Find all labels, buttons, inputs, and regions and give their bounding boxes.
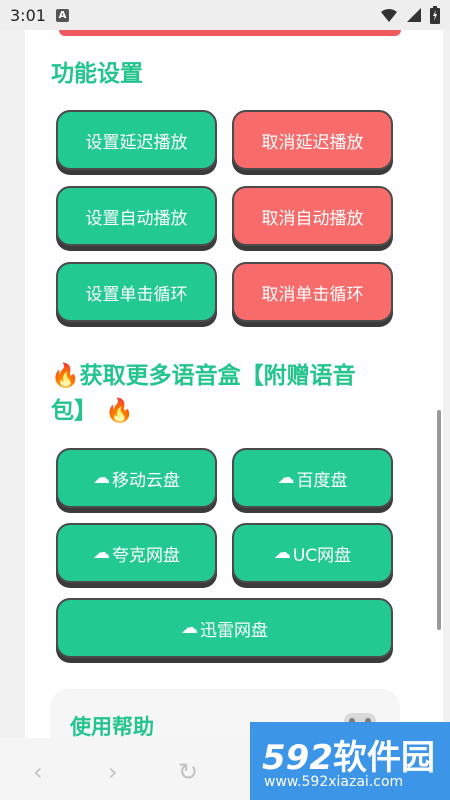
cancel-auto-play-button[interactable]: 取消自动播放 (232, 186, 393, 246)
site-watermark-logo: 592软件园 www.592xiazai.com (250, 722, 450, 800)
cloud-icon: ☁ (277, 468, 295, 488)
cloud-icon: ☁ (93, 468, 110, 488)
back-icon[interactable]: ‹ (33, 758, 43, 786)
fire-icon: 🔥 (105, 398, 134, 424)
cloud-icon: ☁ (181, 618, 198, 638)
more-voice-boxes-title: 🔥获取更多语音盒【附赠语音包】 🔥 (51, 359, 391, 429)
signal-icon (407, 8, 421, 22)
logo-url: www.592xiazai.com (264, 774, 404, 790)
forward-icon[interactable]: › (108, 758, 118, 786)
more-voice-boxes-label: 获取更多语音盒【附赠语音包】 (51, 363, 356, 424)
button-label: 移动云盘 (112, 470, 180, 491)
status-bar: 3:01 A (0, 0, 450, 30)
page-content[interactable]: 功能设置 设置延迟播放 取消延迟播放 设置自动播放 取消自动播放 设置单击循环 … (25, 30, 443, 738)
button-label: 百度盘 (296, 470, 348, 491)
function-settings-title: 功能设置 (51, 61, 143, 87)
button-label: 迅雷网盘 (200, 620, 268, 641)
quark-drive-button[interactable]: ☁ 夸克网盘 (56, 523, 217, 583)
top-red-button-edge[interactable] (59, 30, 401, 36)
reload-icon[interactable]: ↻ (178, 758, 198, 786)
uc-drive-button[interactable]: ☁ UC网盘 (232, 523, 393, 583)
cancel-click-loop-button[interactable]: 取消单击循环 (232, 262, 393, 322)
scrollbar[interactable] (437, 410, 441, 630)
logo-title: 592软件园 (262, 730, 435, 779)
cloud-icon: ☁ (273, 543, 291, 563)
fire-icon: 🔥 (51, 363, 80, 389)
button-label: UC网盘 (292, 545, 352, 566)
wifi-icon (381, 8, 397, 22)
battery-icon (430, 6, 440, 24)
notification-badge: A (55, 8, 69, 22)
xunlei-drive-button[interactable]: ☁ 迅雷网盘 (56, 598, 393, 658)
set-delay-play-button[interactable]: 设置延迟播放 (56, 110, 217, 170)
logo-number: 592 (262, 738, 333, 778)
status-icons (380, 6, 440, 24)
help-title: 使用帮助 (70, 715, 154, 738)
set-auto-play-button[interactable]: 设置自动播放 (56, 186, 217, 246)
set-click-loop-button[interactable]: 设置单击循环 (56, 262, 217, 322)
mobile-cloud-drive-button[interactable]: ☁ 移动云盘 (56, 448, 217, 508)
baidu-drive-button[interactable]: ☁ 百度盘 (232, 448, 393, 508)
cloud-icon: ☁ (93, 543, 110, 563)
cancel-delay-play-button[interactable]: 取消延迟播放 (232, 110, 393, 170)
logo-text: 软件园 (332, 738, 435, 778)
button-label: 夸克网盘 (112, 545, 180, 566)
status-time: 3:01 (10, 5, 46, 25)
